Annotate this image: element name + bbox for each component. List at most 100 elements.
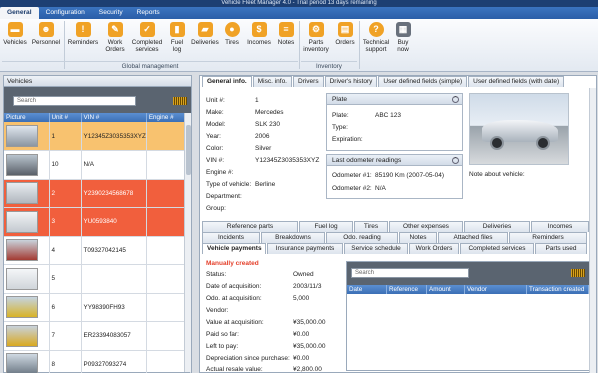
menu-reports[interactable]: Reports bbox=[130, 7, 167, 19]
column-reference[interactable]: Reference bbox=[387, 285, 427, 294]
tab-work-orders[interactable]: Work Orders bbox=[409, 243, 459, 254]
tab-service-schedule[interactable]: Service schedule bbox=[344, 243, 408, 254]
vehicle-thumbnail bbox=[6, 125, 38, 147]
tab-general-info[interactable]: General info. bbox=[202, 76, 252, 87]
incomes-button[interactable]: $ Incomes bbox=[244, 22, 274, 46]
ribbon-separator bbox=[299, 21, 300, 69]
column-picture[interactable]: Picture bbox=[4, 113, 50, 122]
tab-attached-files[interactable]: Attached files bbox=[438, 232, 508, 243]
deliveries-button[interactable]: ▰ Deliveries bbox=[190, 22, 220, 46]
vin-value: Y12345Z3035353XYZ bbox=[255, 157, 320, 164]
status-label: Status: bbox=[206, 271, 227, 278]
menu-general[interactable]: General bbox=[0, 7, 39, 19]
vehicles-pane-title: Vehicles bbox=[4, 76, 191, 87]
payments-grid: Search Date Reference Amount Vendor Tran… bbox=[346, 261, 590, 371]
reminders-button[interactable]: ! Reminders bbox=[66, 22, 100, 46]
picture-cell bbox=[4, 236, 50, 265]
odometer-box: Last odometer readings ⌃ Odometer #1: 851… bbox=[326, 154, 463, 199]
tab-vehicle-payments[interactable]: Vehicle payments bbox=[202, 243, 266, 254]
unit-cell: 5 bbox=[49, 264, 82, 294]
picture-cell bbox=[4, 350, 50, 373]
tab-odo-reading[interactable]: Odo. reading bbox=[326, 232, 398, 243]
tab-fuel-log[interactable]: Fuel log bbox=[299, 221, 353, 232]
technical-support-button[interactable]: ? Technical support bbox=[361, 22, 391, 53]
type-of-vehicle-label: Type of vehicle: bbox=[206, 181, 252, 188]
vehicles-scrollbar[interactable] bbox=[184, 113, 191, 372]
table-row[interactable]: 5 bbox=[4, 264, 192, 294]
tab-reminders[interactable]: Reminders bbox=[509, 232, 587, 243]
vehicles-search-input[interactable]: Search bbox=[13, 96, 136, 106]
tab-incomes[interactable]: Incomes bbox=[531, 221, 589, 232]
column-vin[interactable]: VIN # bbox=[81, 113, 147, 122]
model-label: Model: bbox=[206, 121, 226, 128]
vehicles-button[interactable]: ▬ Vehicles bbox=[2, 22, 28, 46]
table-row[interactable]: 1 Y12345Z3035353XYZ bbox=[4, 122, 192, 151]
make-label: Make: bbox=[206, 109, 224, 116]
odo-acquisition-label: Odo. at acquisition: bbox=[206, 295, 262, 302]
tab-tires[interactable]: Tires bbox=[354, 221, 388, 232]
tab-reference-parts[interactable]: Reference parts bbox=[202, 221, 298, 232]
tab-drivers[interactable]: Drivers bbox=[293, 76, 324, 87]
tab-insurance-payments[interactable]: Insurance payments bbox=[267, 243, 343, 254]
table-row[interactable]: 2 Y2390234568678 bbox=[4, 179, 192, 208]
column-vendor[interactable]: Vendor bbox=[465, 285, 527, 294]
collapse-icon[interactable]: ⌃ bbox=[452, 157, 459, 164]
column-transaction-created[interactable]: Transaction created bbox=[527, 285, 589, 294]
depreciation-label: Depreciation since purchase: bbox=[206, 355, 290, 362]
menu-configuration[interactable]: Configuration bbox=[39, 7, 92, 19]
lower-tabs-row1: Reference parts Fuel log Tires Other exp… bbox=[202, 221, 590, 232]
buy-now-button[interactable]: ▦ Buy now bbox=[393, 22, 413, 53]
tab-completed-services[interactable]: Completed services bbox=[460, 243, 534, 254]
column-date[interactable]: Date bbox=[347, 285, 387, 294]
menu-security[interactable]: Security bbox=[92, 7, 130, 19]
scrollbar-thumb[interactable] bbox=[186, 125, 191, 175]
vehicle-photo[interactable] bbox=[469, 93, 569, 165]
odo-acquisition-value: 5,000 bbox=[293, 295, 310, 302]
table-row[interactable]: 8 P09327093274 bbox=[4, 350, 192, 373]
personnel-button[interactable]: ☻ Personnel bbox=[30, 22, 62, 46]
resale-value-value: ¥2,800.00 bbox=[293, 366, 322, 373]
detail-tabs: General info. Misc. info. Drivers Driver… bbox=[202, 76, 565, 87]
tab-deliveries[interactable]: Deliveries bbox=[464, 221, 530, 232]
picture-cell bbox=[4, 264, 50, 294]
tab-notes[interactable]: Notes bbox=[399, 232, 437, 243]
picture-cell bbox=[4, 179, 50, 208]
payments-search-input[interactable]: Search bbox=[351, 268, 469, 278]
tab-incidents[interactable]: Incidents bbox=[202, 232, 260, 243]
detail-scrollbar[interactable] bbox=[589, 88, 596, 373]
collapse-icon[interactable]: ⌃ bbox=[452, 96, 459, 103]
odometer-header: Last odometer readings ⌃ bbox=[327, 155, 462, 166]
depreciation-value: ¥0.00 bbox=[293, 355, 310, 362]
fuel-log-button[interactable]: ▮ Fuel log bbox=[166, 22, 188, 53]
work-orders-button[interactable]: ✎ Work Orders bbox=[102, 22, 128, 53]
tab-user-fields-date[interactable]: User defined fields (with date) bbox=[468, 76, 565, 87]
table-row[interactable]: 3 YU0593840 bbox=[4, 207, 192, 237]
group-global-management: Global management bbox=[2, 61, 298, 70]
tab-parts-used[interactable]: Parts used bbox=[535, 243, 587, 254]
plate-label: Plate: bbox=[332, 112, 349, 119]
picture-cell bbox=[4, 122, 50, 151]
notes-button[interactable]: ≡ Notes bbox=[275, 22, 297, 46]
money-icon: $ bbox=[251, 22, 267, 37]
parts-inventory-button[interactable]: ⚙ Parts inventory bbox=[301, 22, 331, 53]
column-unit[interactable]: Unit # bbox=[49, 113, 82, 122]
column-amount[interactable]: Amount bbox=[427, 285, 465, 294]
tab-drivers-history[interactable]: Driver's history bbox=[324, 76, 378, 87]
tires-button[interactable]: ● Tires bbox=[222, 22, 242, 46]
table-row[interactable]: 10 N/A bbox=[4, 150, 192, 180]
vin-cell: YY98390FH93 bbox=[81, 293, 147, 322]
barcode-icon[interactable] bbox=[173, 97, 187, 105]
orders-button[interactable]: ▤ Orders bbox=[333, 22, 357, 46]
barcode-icon[interactable] bbox=[571, 269, 585, 277]
table-row[interactable]: 6 YY98390FH93 bbox=[4, 293, 192, 322]
model-value: SLK 230 bbox=[255, 121, 280, 128]
table-row[interactable]: 7 ER23394083057 bbox=[4, 321, 192, 351]
tab-other-expenses[interactable]: Other expenses bbox=[389, 221, 463, 232]
tab-misc-info[interactable]: Misc. info. bbox=[252, 76, 292, 87]
payments-search-bar: Search bbox=[347, 262, 589, 285]
tab-user-fields-simple[interactable]: User defined fields (simple) bbox=[378, 76, 468, 87]
tools-icon: ✎ bbox=[107, 22, 123, 37]
table-row[interactable]: 4 T09327042145 bbox=[4, 236, 192, 265]
tab-breakdowns[interactable]: Breakdowns bbox=[261, 232, 325, 243]
completed-services-button[interactable]: ✓ Completed services bbox=[130, 22, 164, 53]
